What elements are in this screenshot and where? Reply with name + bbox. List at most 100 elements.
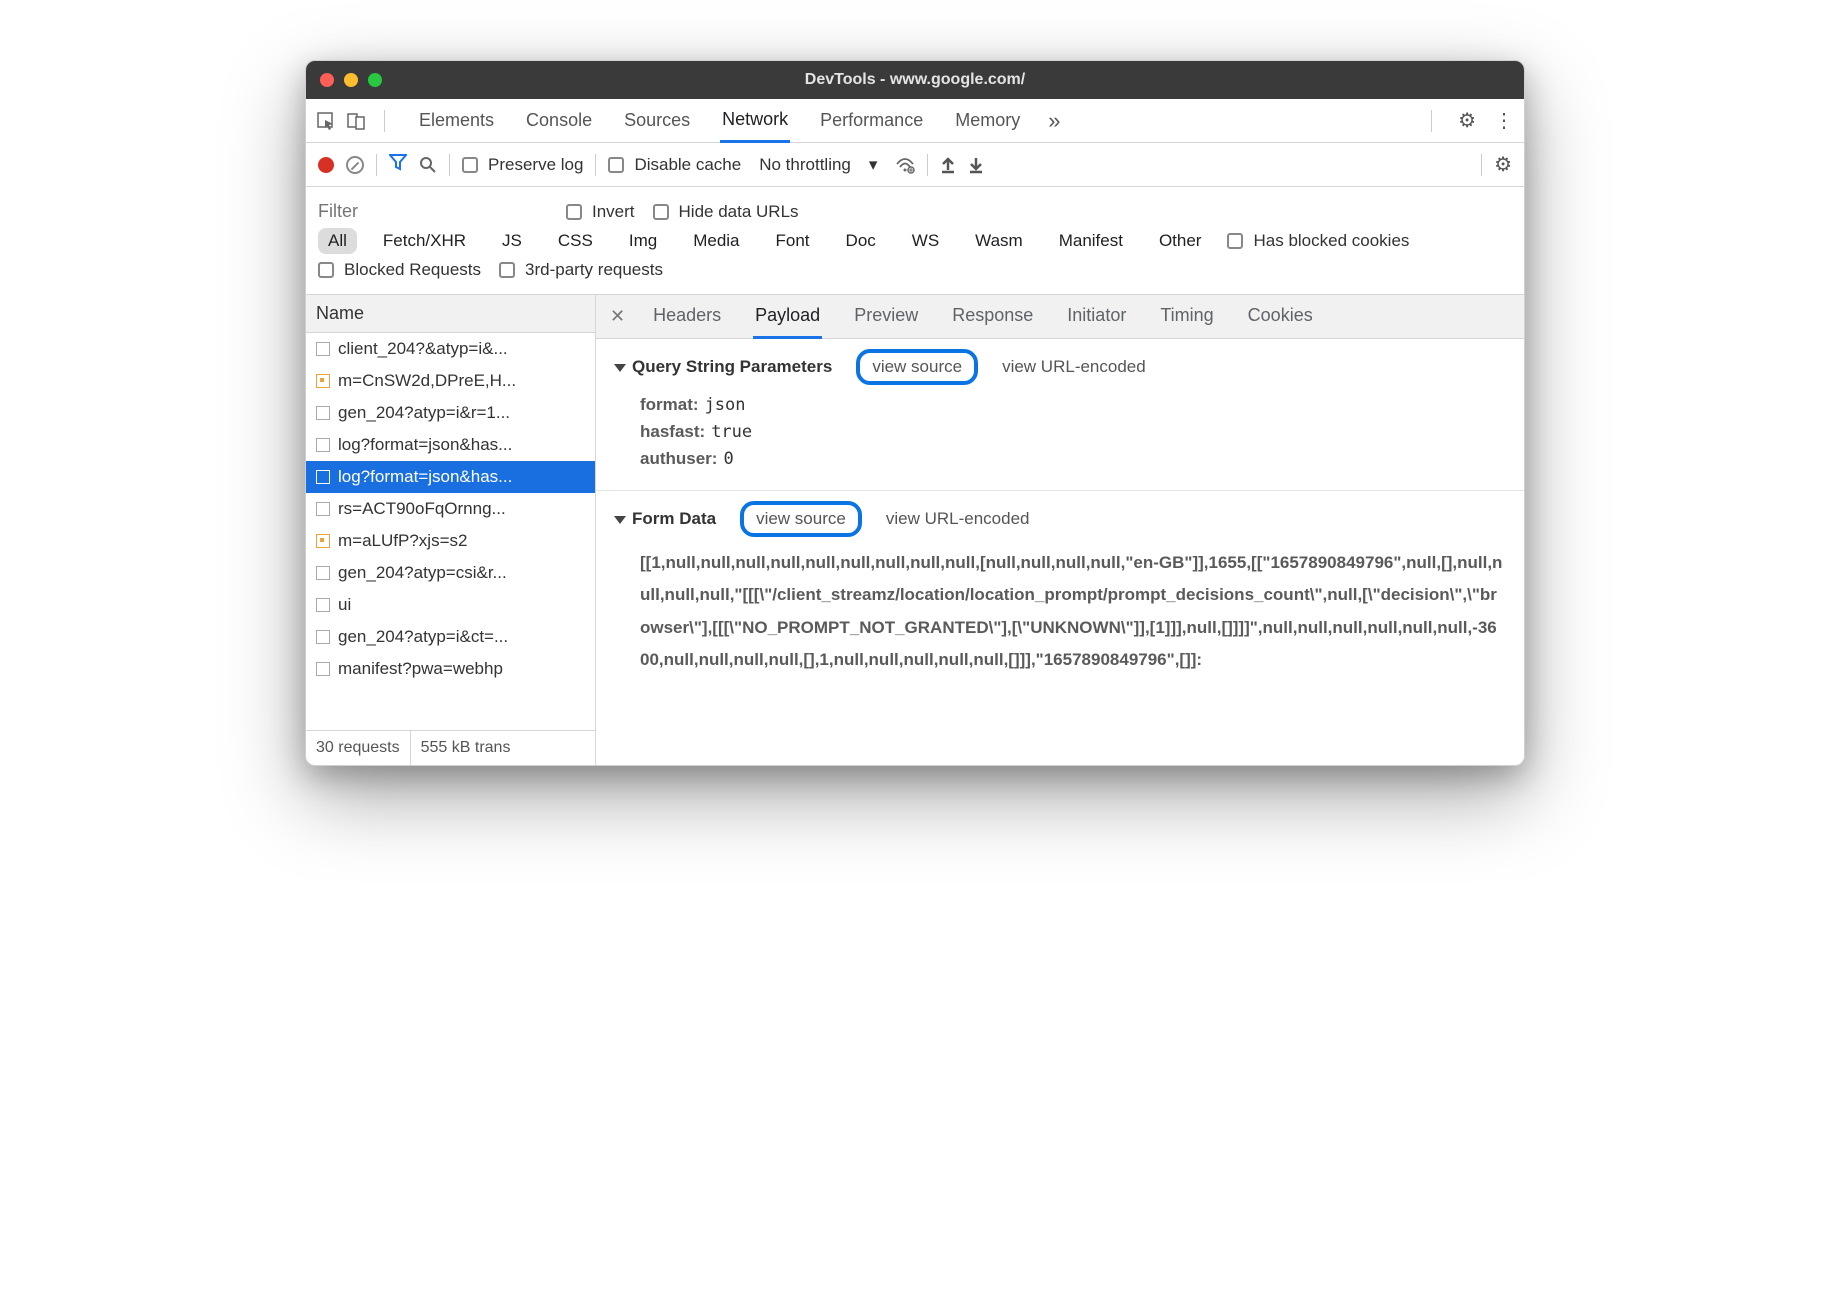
third-party-checkbox[interactable]: 3rd-party requests [499,260,663,280]
filter-type-js[interactable]: JS [492,228,532,254]
clear-icon[interactable] [346,156,364,174]
qsp-view-source-link[interactable]: view source [856,349,978,385]
document-file-icon [316,342,330,356]
request-row[interactable]: log?format=json&has... [306,429,595,461]
form-view-encoded-link[interactable]: view URL-encoded [886,509,1030,529]
filter-type-media[interactable]: Media [683,228,749,254]
section-toggle[interactable]: Form Data [614,509,716,529]
detail-tab-initiator[interactable]: Initiator [1065,295,1128,339]
query-param: format:json [640,395,1506,415]
query-string-section: Query String Parameters view source view… [596,339,1524,491]
tab-network[interactable]: Network [720,99,790,143]
request-list-pane: Name client_204?&atyp=i&... m=CnSW2d,DPre… [306,295,596,765]
upload-har-icon[interactable] [940,156,956,174]
search-icon[interactable] [419,156,437,174]
request-row[interactable]: m=aLUfP?xjs=s2 [306,525,595,557]
separator [927,154,928,176]
throttling-value: No throttling [759,155,851,175]
request-row[interactable]: log?format=json&has... [306,461,595,493]
tab-sources[interactable]: Sources [622,100,692,141]
tab-console[interactable]: Console [524,100,594,141]
filter-type-fetchxhr[interactable]: Fetch/XHR [373,228,476,254]
has-blocked-cookies-checkbox[interactable]: Has blocked cookies [1227,231,1409,251]
detail-tab-response[interactable]: Response [950,295,1035,339]
window-title: DevTools - www.google.com/ [306,71,1524,89]
network-content: Name client_204?&atyp=i&... m=CnSW2d,DPre… [306,295,1524,765]
minimize-window-icon[interactable] [344,73,358,87]
request-row[interactable]: rs=ACT90oFqOrnng... [306,493,595,525]
hide-data-label: Hide data URLs [679,202,799,222]
tab-elements[interactable]: Elements [417,100,496,141]
request-row[interactable]: ui [306,589,595,621]
network-settings-icon[interactable] [1494,152,1512,177]
filter-type-font[interactable]: Font [766,228,820,254]
tab-memory[interactable]: Memory [953,100,1022,141]
name-column-header[interactable]: Name [306,295,595,333]
request-row[interactable]: manifest?pwa=webhp [306,653,595,685]
zoom-window-icon[interactable] [368,73,382,87]
filter-type-css[interactable]: CSS [548,228,603,254]
section-toggle[interactable]: Query String Parameters [614,357,832,377]
network-toolbar: Preserve log Disable cache No throttling… [306,143,1524,187]
request-label: log?format=json&has... [338,467,512,487]
disable-cache-checkbox[interactable]: Disable cache [608,155,741,175]
filter-type-img[interactable]: Img [619,228,667,254]
filter-type-doc[interactable]: Doc [836,228,886,254]
traffic-lights [320,73,382,87]
filter-toggle-icon[interactable] [389,153,407,176]
form-view-source-link[interactable]: view source [740,501,862,537]
filter-type-ws[interactable]: WS [902,228,949,254]
tab-performance[interactable]: Performance [818,100,925,141]
filter-type-manifest[interactable]: Manifest [1049,228,1133,254]
request-label: gen_204?atyp=i&ct=... [338,627,508,647]
blocked-requests-label: Blocked Requests [344,260,481,280]
filter-input[interactable] [318,201,548,222]
filter-type-other[interactable]: Other [1149,228,1212,254]
detail-tab-cookies[interactable]: Cookies [1246,295,1315,339]
hide-data-urls-checkbox[interactable]: Hide data URLs [653,202,799,222]
filter-type-all[interactable]: All [318,228,357,254]
close-window-icon[interactable] [320,73,334,87]
invert-checkbox[interactable]: Invert [566,202,635,222]
param-key: authuser: [640,449,717,468]
record-button[interactable] [318,157,334,173]
request-row[interactable]: gen_204?atyp=i&r=1... [306,397,595,429]
request-row[interactable]: client_204?&atyp=i&... [306,333,595,365]
inspect-icon[interactable] [316,111,336,131]
request-label: gen_204?atyp=csi&r... [338,563,507,583]
triangle-down-icon [614,516,626,524]
document-file-icon [316,406,330,420]
param-value: 0 [723,449,733,469]
close-details-icon[interactable]: ✕ [610,306,625,327]
throttling-select[interactable]: No throttling ▾ [759,155,877,175]
download-har-icon[interactable] [968,156,984,174]
details-tabbar: ✕ Headers Payload Preview Response Initiator… [596,295,1524,339]
preserve-log-checkbox[interactable]: Preserve log [462,155,583,175]
detail-tab-payload[interactable]: Payload [753,295,822,339]
param-key: hasfast: [640,422,705,441]
qsp-view-encoded-link[interactable]: view URL-encoded [1002,357,1146,377]
document-file-icon [316,630,330,644]
more-tabs-icon[interactable] [1048,108,1060,134]
kebab-menu-icon[interactable] [1494,108,1514,133]
request-label: gen_204?atyp=i&r=1... [338,403,510,423]
param-key: format: [640,395,699,414]
devtools-window: DevTools - www.google.com/ Elements Conso… [305,60,1525,766]
device-toggle-icon[interactable] [346,111,366,131]
detail-tab-preview[interactable]: Preview [852,295,920,339]
document-file-icon [316,662,330,676]
invert-label: Invert [592,202,635,222]
filter-type-wasm[interactable]: Wasm [965,228,1033,254]
request-row[interactable]: gen_204?atyp=csi&r... [306,557,595,589]
request-label: m=CnSW2d,DPreE,H... [338,371,516,391]
status-bar: 30 requests 555 kB trans [306,730,595,765]
detail-tab-headers[interactable]: Headers [651,295,723,339]
request-row[interactable]: gen_204?atyp=i&ct=... [306,621,595,653]
form-title: Form Data [632,509,716,528]
blocked-requests-checkbox[interactable]: Blocked Requests [318,260,481,280]
detail-tab-timing[interactable]: Timing [1158,295,1215,339]
request-row[interactable]: m=CnSW2d,DPreE,H... [306,365,595,397]
request-label: client_204?&atyp=i&... [338,339,508,359]
network-conditions-icon[interactable] [895,156,915,174]
settings-icon[interactable] [1458,108,1476,133]
